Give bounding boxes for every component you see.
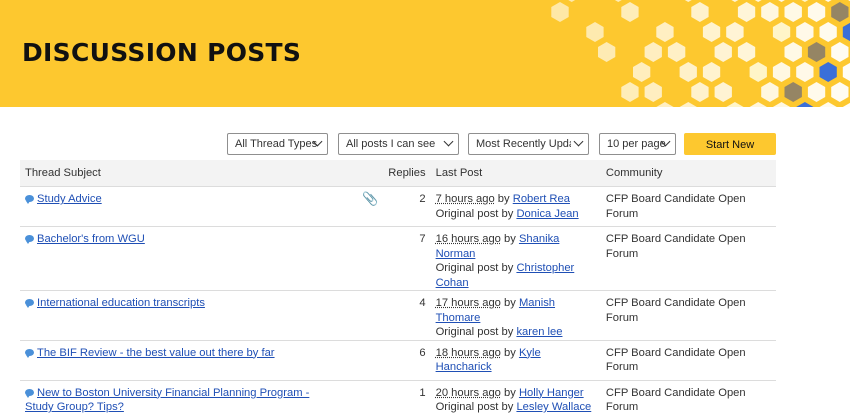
by-label: by <box>498 193 510 205</box>
attachment-cell: 📎 <box>346 187 383 227</box>
last-post-cell: 20 hours ago by Holly Hanger Original pos… <box>431 380 601 420</box>
thread-link[interactable]: The BIF Review - the best value out ther… <box>37 347 275 359</box>
table-row: International education transcripts 4 17 h… <box>20 291 776 341</box>
thread-link[interactable]: Bachelor's from WGU <box>37 233 145 245</box>
chevron-down-icon <box>574 137 584 147</box>
header-replies: Replies <box>383 160 430 187</box>
attachment-cell <box>346 340 383 380</box>
thread-subject-cell: International education transcripts <box>20 291 346 341</box>
last-post-author-link[interactable]: Robert Rea <box>513 193 570 205</box>
community-cell: CFP Board Candidate Open Forum <box>601 291 776 341</box>
last-post-time: 16 hours ago <box>436 233 501 245</box>
original-post-label: Original post by <box>436 326 514 338</box>
community-cell: CFP Board Candidate Open Forum <box>601 380 776 420</box>
thread-subject-cell: Bachelor's from WGU <box>20 227 346 291</box>
filter-toolbar: All Thread Types All posts I can see Mos… <box>0 133 850 155</box>
community-cell: CFP Board Candidate Open Forum <box>601 187 776 227</box>
last-post-time: 18 hours ago <box>436 347 501 359</box>
replies-count: 2 <box>383 187 430 227</box>
original-post-label: Original post by <box>436 208 514 220</box>
table-row: The BIF Review - the best value out ther… <box>20 340 776 380</box>
paperclip-icon: 📎 <box>362 191 378 206</box>
original-post-label: Original post by <box>436 262 514 274</box>
sort-order-select[interactable]: Most Recently Updated <box>468 133 589 155</box>
chat-bubble-icon <box>25 195 34 202</box>
replies-count: 6 <box>383 340 430 380</box>
header-thread-subject: Thread Subject <box>20 160 346 187</box>
by-label: by <box>504 233 516 245</box>
thread-subject-cell: New to Boston University Financial Plann… <box>20 380 346 420</box>
original-author-link[interactable]: Donica Jean <box>516 208 578 220</box>
chat-bubble-icon <box>25 299 34 306</box>
table-row: New to Boston University Financial Plann… <box>20 380 776 420</box>
last-post-cell: 18 hours ago by Kyle Hancharick <box>431 340 601 380</box>
original-author-link[interactable]: Lesley Wallace <box>516 401 591 413</box>
attachment-cell <box>346 291 383 341</box>
community-cell: CFP Board Candidate Open Forum <box>601 340 776 380</box>
by-label: by <box>504 347 516 359</box>
chat-bubble-icon <box>25 349 34 356</box>
last-post-cell: 7 hours ago by Robert Rea Original post b… <box>431 187 601 227</box>
original-post-label: Original post by <box>436 401 514 413</box>
last-post-cell: 17 hours ago by Manish Thomare Original p… <box>431 291 601 341</box>
page-banner: DISCUSSION POSTS <box>0 0 850 107</box>
threads-table: Thread Subject Replies Last Post Communi… <box>20 160 776 420</box>
header-community: Community <box>601 160 776 187</box>
attachment-cell <box>346 380 383 420</box>
start-new-thread-button[interactable]: Start New Thread <box>684 133 776 155</box>
thread-link[interactable]: International education transcripts <box>37 297 205 309</box>
original-author-link[interactable]: karen lee <box>516 326 562 338</box>
replies-count: 7 <box>383 227 430 291</box>
posts-scope-select[interactable]: All posts I can see <box>338 133 459 155</box>
last-post-time: 7 hours ago <box>436 193 495 205</box>
page-title: DISCUSSION POSTS <box>22 38 301 67</box>
last-post-time: 17 hours ago <box>436 297 501 309</box>
thread-subject-cell: Study Advice <box>20 187 346 227</box>
thread-link[interactable]: New to Boston University Financial Plann… <box>25 387 309 414</box>
table-row: Bachelor's from WGU 7 16 hours ago by Shan… <box>20 227 776 291</box>
header-last-post: Last Post <box>431 160 601 187</box>
community-cell: CFP Board Candidate Open Forum <box>601 227 776 291</box>
per-page-select[interactable]: 10 per page <box>599 133 676 155</box>
by-label: by <box>504 297 516 309</box>
replies-count: 4 <box>383 291 430 341</box>
thread-subject-cell: The BIF Review - the best value out ther… <box>20 340 346 380</box>
thread-type-select[interactable]: All Thread Types <box>227 133 328 155</box>
table-row: Study Advice 📎 2 7 hours ago by Robert Rea O… <box>20 187 776 227</box>
chat-bubble-icon <box>25 235 34 242</box>
attachment-cell <box>346 227 383 291</box>
thread-link[interactable]: Study Advice <box>37 193 102 205</box>
last-post-cell: 16 hours ago by Shanika Norman Original p… <box>431 227 601 291</box>
chevron-down-icon <box>444 137 454 147</box>
chat-bubble-icon <box>25 389 34 396</box>
table-header-row: Thread Subject Replies Last Post Communi… <box>20 160 776 187</box>
replies-count: 1 <box>383 380 430 420</box>
